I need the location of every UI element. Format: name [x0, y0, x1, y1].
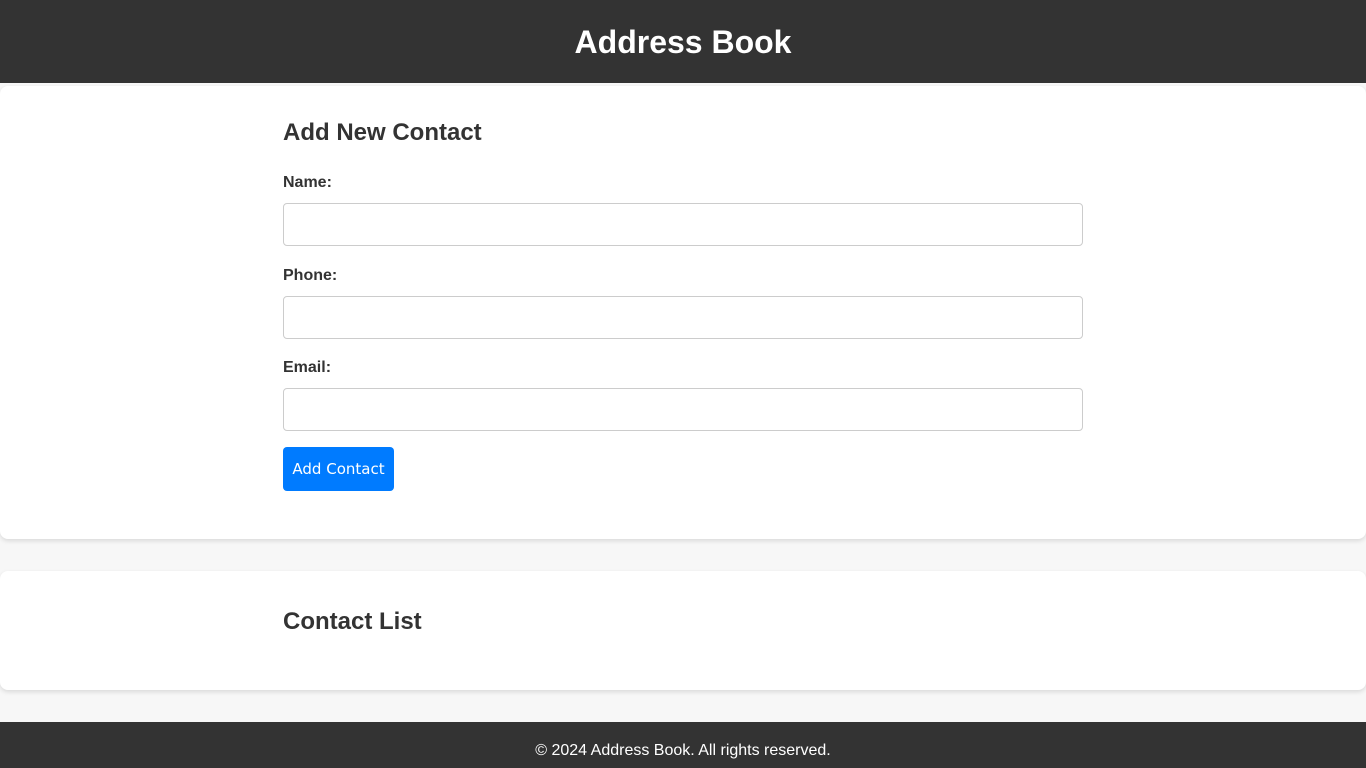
contact-list-section: Contact List [0, 571, 1366, 690]
add-contact-form: Add New Contact Name: Phone: Email: Add … [283, 86, 1083, 539]
name-input[interactable] [283, 203, 1083, 246]
site-footer: © 2024 Address Book. All rights reserved… [0, 722, 1366, 768]
add-contact-section: Add New Contact Name: Phone: Email: Add … [0, 86, 1366, 539]
contact-list-heading: Contact List [283, 608, 422, 635]
contact-list: Contact List [283, 571, 1083, 690]
name-label: Name: [283, 174, 332, 191]
add-contact-heading: Add New Contact [283, 119, 482, 146]
add-contact-button[interactable]: Add Contact [283, 447, 394, 491]
phone-label: Phone: [283, 267, 338, 284]
email-label: Email: [283, 359, 332, 376]
footer-copyright: © 2024 Address Book. All rights reserved… [535, 742, 831, 759]
site-title: Address Book [574, 24, 792, 60]
site-header: Address Book [0, 0, 1366, 83]
email-input[interactable] [283, 388, 1083, 431]
phone-input[interactable] [283, 296, 1083, 339]
